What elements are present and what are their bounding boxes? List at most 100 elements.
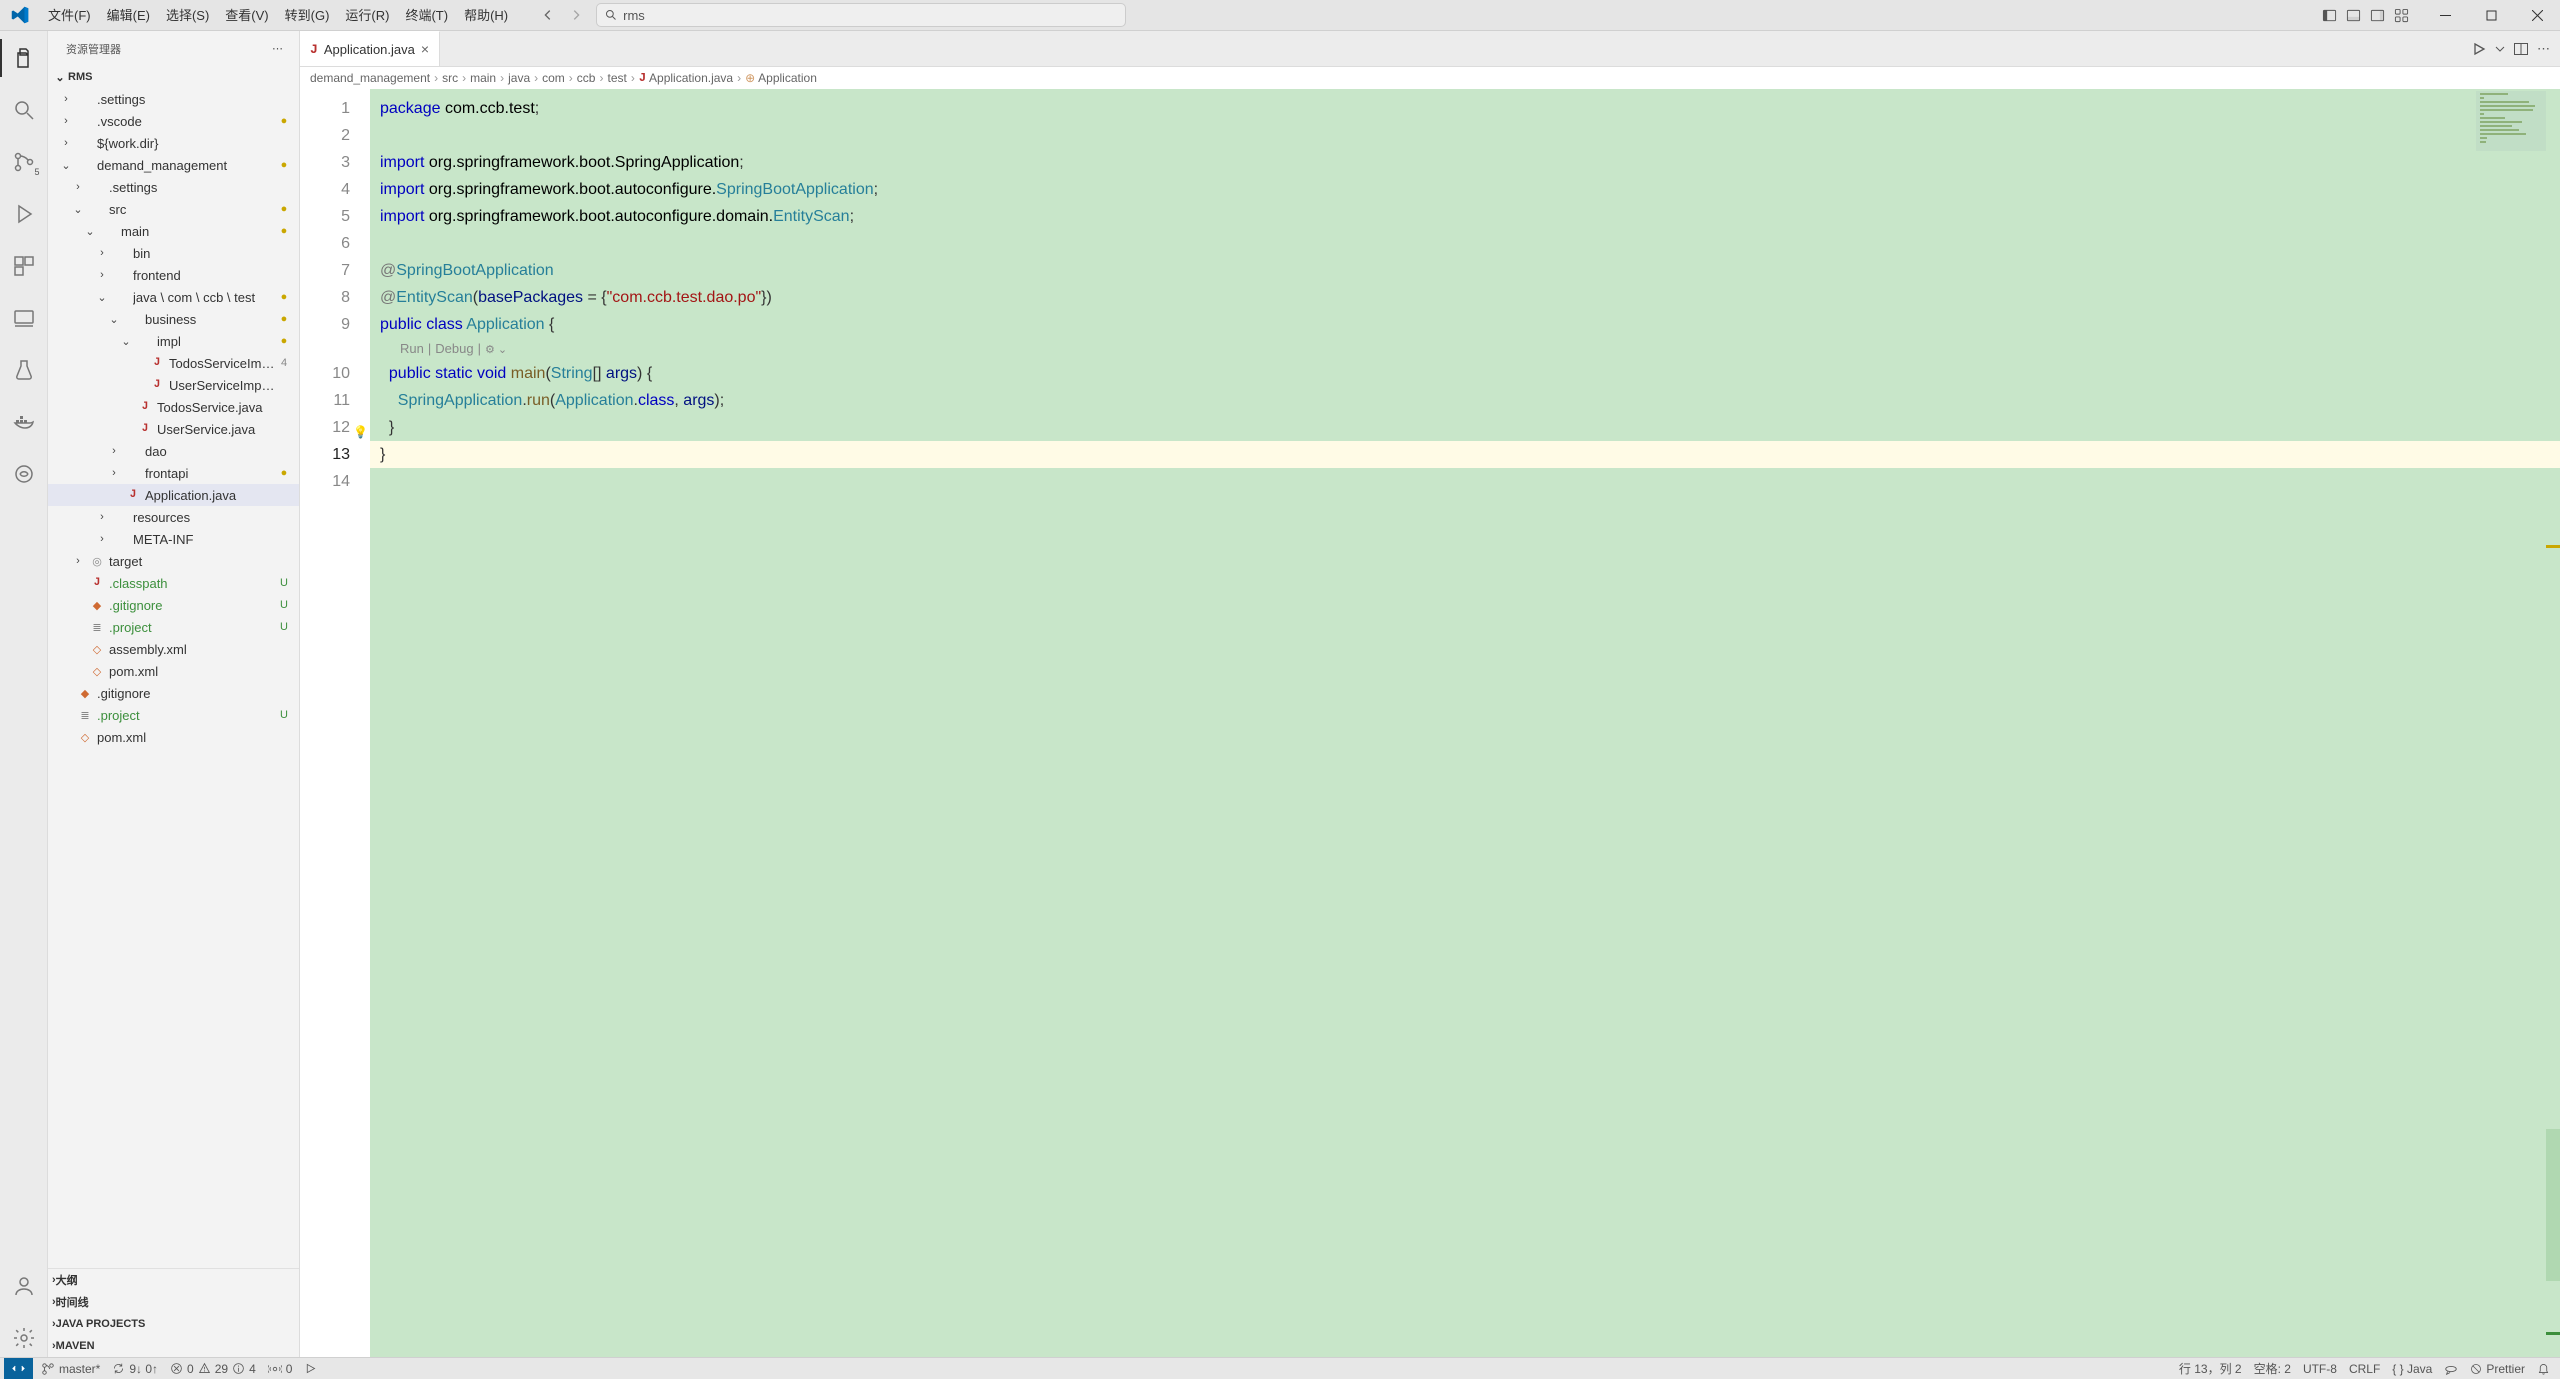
folder-item[interactable]: ›bin: [48, 242, 299, 264]
tab-close-icon[interactable]: ×: [421, 41, 429, 57]
activity-search[interactable]: [0, 91, 48, 129]
minimize-button[interactable]: [2422, 0, 2468, 31]
code-line[interactable]: [370, 122, 2560, 149]
status-branch[interactable]: master*: [35, 1358, 106, 1379]
command-center[interactable]: rms: [596, 3, 1126, 27]
minimap[interactable]: [2476, 91, 2546, 151]
sidebar-more-icon[interactable]: ⋯: [272, 42, 285, 55]
status-problems[interactable]: 0 29 4: [164, 1358, 262, 1379]
code-line[interactable]: [370, 468, 2560, 495]
file-item[interactable]: JTodosService.java: [48, 396, 299, 418]
activity-remote[interactable]: [0, 299, 48, 337]
activity-settings[interactable]: [0, 1319, 48, 1357]
file-item[interactable]: ◇pom.xml: [48, 726, 299, 748]
folder-item[interactable]: ›dao: [48, 440, 299, 462]
folder-item[interactable]: ›◎target: [48, 550, 299, 572]
code-line[interactable]: }: [370, 414, 2560, 441]
file-item[interactable]: ◇assembly.xml: [48, 638, 299, 660]
menu-item[interactable]: 编辑(E): [99, 0, 158, 31]
activity-docker[interactable]: [0, 403, 48, 441]
folder-item[interactable]: ›.settings: [48, 88, 299, 110]
folder-item[interactable]: ⌄business●: [48, 308, 299, 330]
status-remote[interactable]: [4, 1358, 33, 1379]
activity-debug[interactable]: [0, 195, 48, 233]
folder-item[interactable]: ›frontend: [48, 264, 299, 286]
side-panel-时间线[interactable]: ›时间线: [48, 1291, 299, 1313]
code-line[interactable]: public class Application {: [370, 311, 2560, 338]
code-line[interactable]: import org.springframework.boot.autoconf…: [370, 176, 2560, 203]
code-line[interactable]: [370, 230, 2560, 257]
status-prettier[interactable]: Prettier: [2464, 1358, 2531, 1379]
status-sync[interactable]: 9↓ 0↑: [106, 1358, 164, 1379]
folder-item[interactable]: ›.vscode●: [48, 110, 299, 132]
code-editor[interactable]: package com.ccb.test;import org.springfr…: [370, 89, 2560, 1357]
folder-item[interactable]: ›resources: [48, 506, 299, 528]
file-item[interactable]: J.classpathU: [48, 572, 299, 594]
folder-item[interactable]: ›frontapi●: [48, 462, 299, 484]
status-notifications[interactable]: [2531, 1358, 2556, 1379]
layout-panel-icon[interactable]: [2342, 5, 2364, 27]
close-button[interactable]: [2514, 0, 2560, 31]
folder-item[interactable]: ›META-INF: [48, 528, 299, 550]
breadcrumb-segment[interactable]: main›: [470, 71, 508, 85]
side-panel-maven[interactable]: ›MAVEN: [48, 1335, 299, 1357]
code-line[interactable]: SpringApplication.run(Application.class,…: [370, 387, 2560, 414]
vertical-scrollbar[interactable]: [2546, 89, 2560, 1357]
breadcrumb-segment[interactable]: demand_management›: [310, 71, 442, 85]
breadcrumb-file[interactable]: JApplication.java›: [639, 71, 745, 85]
folder-item[interactable]: ⌄src●: [48, 198, 299, 220]
file-item[interactable]: JUserServiceImpl.java: [48, 374, 299, 396]
file-item[interactable]: JApplication.java: [48, 484, 299, 506]
code-line[interactable]: import org.springframework.boot.SpringAp…: [370, 149, 2560, 176]
status-eol[interactable]: CRLF: [2343, 1358, 2386, 1379]
menu-item[interactable]: 查看(V): [217, 0, 276, 31]
folder-item[interactable]: ⌄demand_management●: [48, 154, 299, 176]
side-panel-java-projects[interactable]: ›JAVA PROJECTS: [48, 1313, 299, 1335]
file-item[interactable]: JUserService.java: [48, 418, 299, 440]
side-panel-大纲[interactable]: ›大纲: [48, 1269, 299, 1291]
breadcrumb-segment[interactable]: ccb›: [577, 71, 608, 85]
folder-item[interactable]: ⌄java \ com \ ccb \ test●: [48, 286, 299, 308]
breadcrumb-segment[interactable]: test›: [607, 71, 638, 85]
code-line[interactable]: import org.springframework.boot.autoconf…: [370, 203, 2560, 230]
layout-sidebar-right-icon[interactable]: [2366, 5, 2388, 27]
activity-scm[interactable]: 5: [0, 143, 48, 181]
menu-item[interactable]: 运行(R): [337, 0, 397, 31]
file-item[interactable]: ≣.projectU: [48, 704, 299, 726]
activity-extensions[interactable]: [0, 247, 48, 285]
status-ports[interactable]: 0: [262, 1358, 299, 1379]
status-encoding[interactable]: UTF-8: [2297, 1358, 2343, 1379]
code-line[interactable]: @SpringBootApplication: [370, 257, 2560, 284]
tab-application-java[interactable]: J Application.java ×: [300, 31, 440, 66]
code-line[interactable]: @EntityScan(basePackages = {"com.ccb.tes…: [370, 284, 2560, 311]
file-item[interactable]: ◆.gitignoreU: [48, 594, 299, 616]
breadcrumb-segment[interactable]: com›: [542, 71, 577, 85]
status-indent[interactable]: 空格: 2: [2248, 1358, 2297, 1379]
folder-section-header[interactable]: ⌄ RMS: [48, 66, 299, 88]
nav-forward-button[interactable]: [564, 3, 588, 27]
file-item[interactable]: ◆.gitignore: [48, 682, 299, 704]
status-build[interactable]: [298, 1358, 323, 1379]
activity-other[interactable]: [0, 455, 48, 493]
status-feedback[interactable]: [2438, 1358, 2464, 1379]
folder-item[interactable]: ⌄main●: [48, 220, 299, 242]
menu-item[interactable]: 选择(S): [158, 0, 217, 31]
run-dropdown-icon[interactable]: [2495, 44, 2505, 54]
layout-customize-icon[interactable]: [2390, 5, 2412, 27]
activity-account[interactable]: [0, 1267, 48, 1305]
folder-item[interactable]: ›${work.dir}: [48, 132, 299, 154]
file-item[interactable]: ≣.projectU: [48, 616, 299, 638]
file-item[interactable]: ◇pom.xml: [48, 660, 299, 682]
folder-item[interactable]: ›.settings: [48, 176, 299, 198]
nav-back-button[interactable]: [536, 3, 560, 27]
menu-item[interactable]: 转到(G): [277, 0, 338, 31]
maximize-button[interactable]: [2468, 0, 2514, 31]
menu-item[interactable]: 文件(F): [40, 0, 99, 31]
codelens[interactable]: Run|Debug|⚙ ⌄: [370, 338, 2560, 360]
status-language[interactable]: { } Java: [2386, 1358, 2438, 1379]
menu-item[interactable]: 终端(T): [397, 0, 456, 31]
breadcrumb-segment[interactable]: src›: [442, 71, 470, 85]
activity-explorer[interactable]: [0, 39, 48, 77]
file-item[interactable]: JTodosServiceImpl.java4: [48, 352, 299, 374]
breadcrumb-segment[interactable]: java›: [508, 71, 542, 85]
